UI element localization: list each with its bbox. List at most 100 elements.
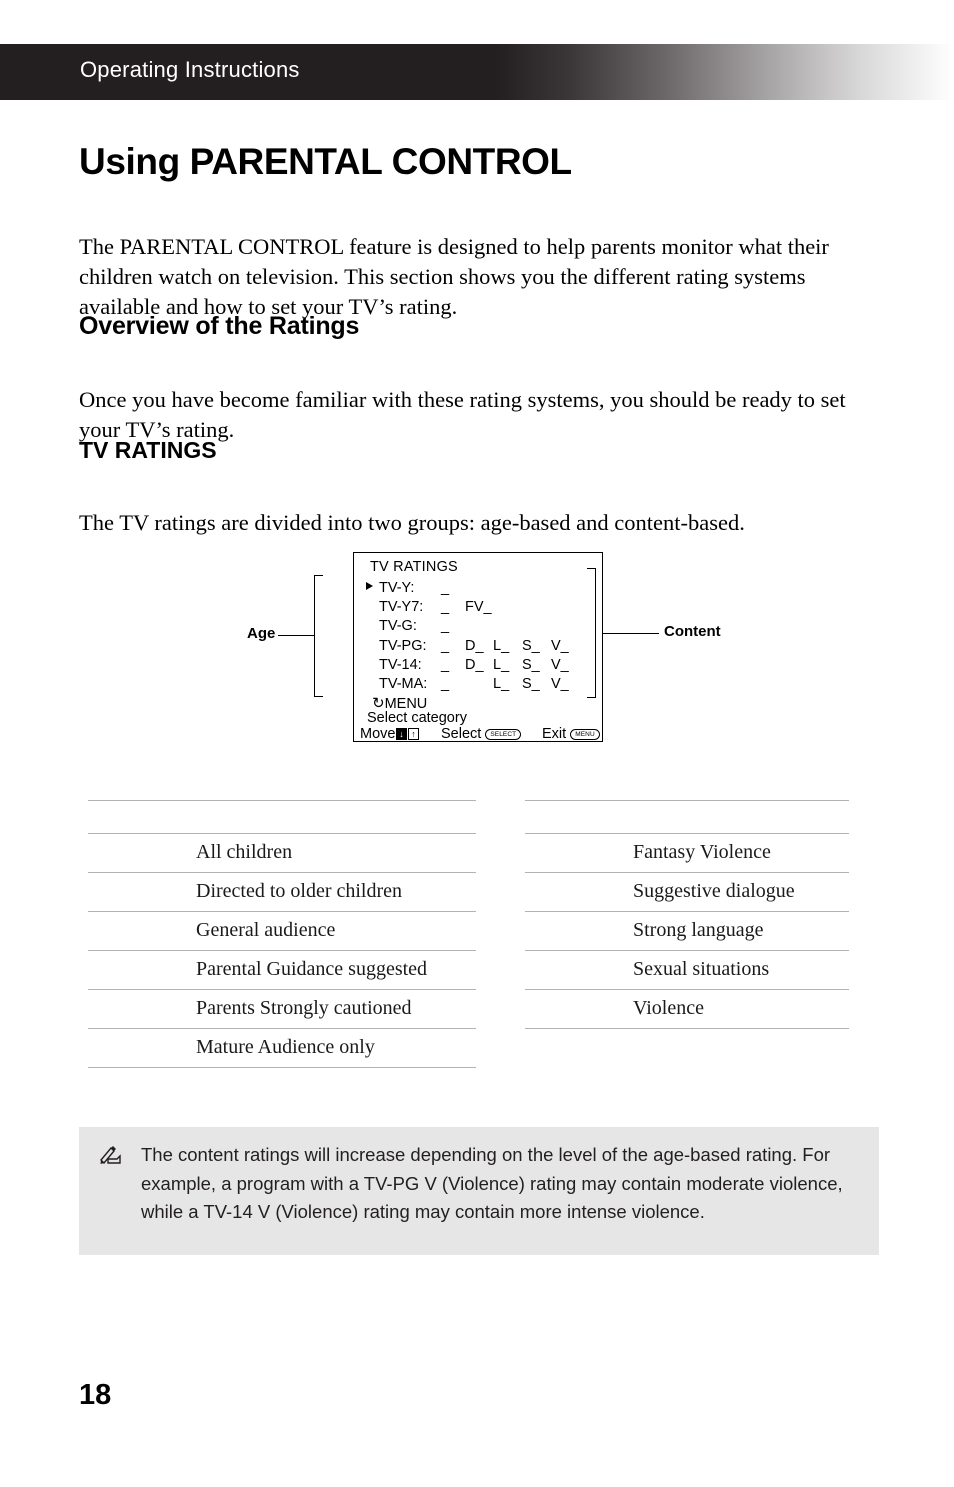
osd-content-flag[interactable]: L_ xyxy=(493,676,509,692)
rating-description-cell: Violence xyxy=(629,989,849,1029)
table-row: Violence xyxy=(525,989,849,1029)
osd-select-hint: Select SELECT xyxy=(441,726,522,742)
running-header-title: Operating Instructions xyxy=(80,57,300,82)
rating-description-cell: General audience xyxy=(192,911,476,951)
osd-content-flag[interactable]: V_ xyxy=(551,638,569,654)
rating-code-cell xyxy=(525,950,629,990)
osd-rating-value[interactable]: _ xyxy=(441,599,449,615)
osd-select-label: Select xyxy=(441,726,482,742)
rating-description-cell: Directed to older children xyxy=(192,872,476,912)
osd-rating-label: TV-Y: xyxy=(379,580,415,596)
osd-rating-label: TV-MA: xyxy=(379,675,428,692)
rating-code-cell xyxy=(88,989,192,1029)
table-row: Mature Audience only xyxy=(88,1028,476,1068)
osd-rating-row-list: TV-Y: _ TV-Y7: _ FV_ TV-G: _ TV-PG: _ D_ L_ S_ V_ TV-… xyxy=(362,580,602,695)
rating-description-cell: Parents Strongly cautioned xyxy=(192,989,476,1029)
up-arrow-key-icon[interactable]: ↑ xyxy=(407,728,419,740)
osd-move-label: Move xyxy=(360,726,396,742)
age-based-ratings-table: All children Directed to older children Ge… xyxy=(88,800,476,1068)
osd-rating-row[interactable]: TV-PG: _ D_ L_ S_ V_ xyxy=(362,638,602,657)
osd-rating-label: TV-PG: xyxy=(379,637,427,654)
table-row: All children xyxy=(88,833,476,873)
osd-rating-value[interactable]: _ xyxy=(441,676,449,692)
osd-content-flag[interactable]: L_ xyxy=(493,638,509,654)
osd-rating-value[interactable]: _ xyxy=(441,618,449,634)
tv-ratings-osd-diagram: Age TV RATINGS TV-Y: _ TV-Y7: _ FV_ TV-G: _ TV-… xyxy=(240,548,760,753)
callout-leader-age xyxy=(278,635,315,636)
callout-leader-content xyxy=(602,633,659,634)
osd-content-flag[interactable]: D_ xyxy=(465,657,484,673)
rating-description-cell: Fantasy Violence xyxy=(629,833,849,873)
table-row: Directed to older children xyxy=(88,872,476,912)
rating-code-cell xyxy=(525,833,629,873)
osd-move-hint: Move ↓ ↑ xyxy=(360,726,419,742)
osd-rating-row[interactable]: TV-14: _ D_ L_ S_ V_ xyxy=(362,657,602,676)
rating-code-cell xyxy=(88,950,192,990)
osd-rating-value[interactable]: _ xyxy=(441,580,449,596)
menu-button-icon[interactable]: MENU xyxy=(570,729,600,740)
table-header-row xyxy=(525,800,849,834)
osd-rating-label: TV-14: xyxy=(379,656,422,673)
callout-label-age: Age xyxy=(247,625,276,642)
content-based-ratings-table: Fantasy Violence Suggestive dialogue Stron… xyxy=(525,800,849,1029)
osd-content-flag[interactable]: D_ xyxy=(465,638,484,654)
intro-paragraph: The PARENTAL CONTROL feature is designed… xyxy=(79,233,829,319)
rating-description-cell: Parental Guidance suggested xyxy=(192,950,476,990)
table-header-cell xyxy=(192,800,476,834)
callout-bracket-age xyxy=(314,575,323,697)
rating-code-cell xyxy=(88,1028,192,1068)
table-row: General audience xyxy=(88,911,476,951)
callout-label-content: Content xyxy=(664,623,721,640)
osd-content-flag[interactable]: S_ xyxy=(522,657,540,673)
tv-ratings-paragraph: The TV ratings are divided into two grou… xyxy=(79,509,745,535)
osd-rating-row[interactable]: TV-MA: _ L_ S_ V_ xyxy=(362,676,602,695)
section-heading-tv-ratings: TV RATINGS xyxy=(79,437,217,463)
osd-rating-row[interactable]: TV-G: _ xyxy=(362,618,602,637)
table-row: Sexual situations xyxy=(525,950,849,990)
osd-content-flag[interactable]: V_ xyxy=(551,657,569,673)
osd-content-flag[interactable]: S_ xyxy=(522,638,540,654)
osd-rating-row[interactable]: TV-Y7: _ FV_ xyxy=(362,599,602,618)
table-header-cell xyxy=(88,800,192,834)
page-number: 18 xyxy=(79,1379,112,1411)
cursor-arrow-icon xyxy=(366,582,373,590)
osd-content-flag[interactable]: V_ xyxy=(551,676,569,692)
note-text: The content ratings will increase depend… xyxy=(141,1144,843,1222)
osd-exit-label: Exit xyxy=(542,726,567,742)
rating-code-cell xyxy=(88,872,192,912)
rating-code-cell xyxy=(88,833,192,873)
rating-code-cell xyxy=(525,911,629,951)
down-arrow-key-icon[interactable]: ↓ xyxy=(395,728,407,740)
osd-content-flag[interactable]: L_ xyxy=(493,657,509,673)
table-row: Fantasy Violence xyxy=(525,833,849,873)
rating-description-cell: Suggestive dialogue xyxy=(629,872,849,912)
osd-exit-hint: Exit MENU xyxy=(542,726,600,742)
osd-content-flag[interactable]: S_ xyxy=(522,676,540,692)
page-title: Using PARENTAL CONTROL xyxy=(79,141,572,182)
table-row: Parents Strongly cautioned xyxy=(88,989,476,1029)
callout-bracket-content xyxy=(587,568,596,698)
note-box: The content ratings will increase depend… xyxy=(79,1127,879,1255)
osd-title: TV RATINGS xyxy=(370,559,458,575)
rating-code-cell xyxy=(525,989,629,1029)
osd-rating-row[interactable]: TV-Y: _ xyxy=(362,580,602,599)
osd-select-category-hint: Select category xyxy=(367,710,467,726)
table-header-cell xyxy=(629,800,849,834)
osd-rating-value[interactable]: _ xyxy=(441,638,449,654)
osd-rating-label: TV-G: xyxy=(379,618,417,635)
table-row: Strong language xyxy=(525,911,849,951)
table-row: Suggestive dialogue xyxy=(525,872,849,912)
table-header-row xyxy=(88,800,476,834)
overview-paragraph: Once you have become familiar with these… xyxy=(79,386,846,442)
tv-screen: TV RATINGS TV-Y: _ TV-Y7: _ FV_ TV-G: _ TV-PG: _… xyxy=(353,552,603,742)
table-header-cell xyxy=(525,800,629,834)
section-heading-overview: Overview of the Ratings xyxy=(79,312,360,340)
rating-description-cell: Strong language xyxy=(629,911,849,951)
osd-rating-label: TV-Y7: xyxy=(379,599,424,616)
osd-content-flag-fv[interactable]: FV_ xyxy=(465,599,492,615)
rating-description-cell: Sexual situations xyxy=(629,950,849,990)
osd-rating-value[interactable]: _ xyxy=(441,657,449,673)
rating-code-cell xyxy=(88,911,192,951)
rating-code-cell xyxy=(525,872,629,912)
select-button-icon[interactable]: SELECT xyxy=(485,729,522,740)
